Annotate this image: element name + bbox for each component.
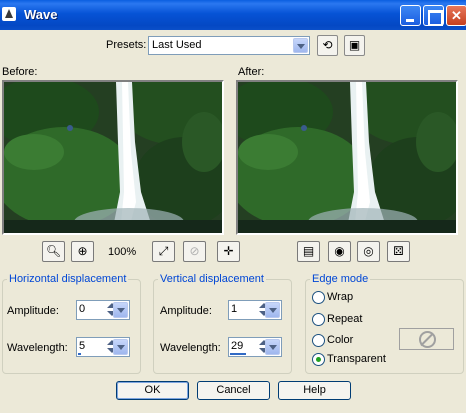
presets-label: Presets: bbox=[106, 39, 147, 51]
zoom-in-icon: ⊕ bbox=[77, 244, 88, 258]
edge-mode-title: Edge mode bbox=[310, 273, 371, 285]
lock-eye-icon: ◉ bbox=[334, 244, 345, 258]
vertical-wavelength-label: Wavelength: bbox=[160, 342, 221, 354]
close-button[interactable] bbox=[446, 5, 466, 26]
title-bar[interactable]: Wave bbox=[0, 0, 466, 30]
after-image bbox=[238, 82, 456, 233]
vertical-amplitude-label: Amplitude: bbox=[160, 305, 212, 317]
horizontal-amplitude-value[interactable]: 0 bbox=[79, 303, 85, 315]
before-label: Before: bbox=[2, 66, 38, 78]
presets-select[interactable]: Last Used bbox=[148, 36, 310, 55]
minimize-button[interactable] bbox=[400, 5, 421, 26]
chevron-down-icon[interactable] bbox=[113, 339, 128, 355]
chevron-down-icon[interactable] bbox=[113, 302, 128, 318]
eye-icon: ◎ bbox=[363, 244, 374, 258]
window-title: Wave bbox=[24, 7, 58, 22]
chevron-down-icon[interactable] bbox=[265, 339, 280, 355]
dice-icon: ⚄ bbox=[393, 244, 404, 258]
radio-label-wrap: Wrap bbox=[327, 291, 354, 303]
reset-button[interactable]: ⟲ bbox=[317, 35, 338, 56]
vertical-amplitude-field[interactable]: 1 bbox=[228, 300, 282, 320]
horizontal-amplitude-field[interactable]: 0 bbox=[76, 300, 130, 320]
radio-label-transparent: Transparent bbox=[327, 353, 386, 365]
move-icon: ✛ bbox=[223, 244, 234, 258]
zoom-fit-icon: ⤢ bbox=[158, 244, 169, 258]
zoom-to-fit-button[interactable]: ⤢ bbox=[152, 241, 175, 262]
after-preview[interactable] bbox=[236, 80, 458, 235]
save-icon: ▣ bbox=[348, 38, 361, 52]
wavelength-slider-fill bbox=[78, 353, 81, 355]
save-preset-button[interactable]: ▣ bbox=[344, 35, 365, 56]
proof-icon: ⊘ bbox=[189, 244, 200, 258]
pan-button[interactable]: ✛ bbox=[217, 241, 240, 262]
preview-icon: ▤ bbox=[302, 244, 315, 258]
cancel-button[interactable]: Cancel bbox=[197, 381, 270, 400]
radio-transparent[interactable] bbox=[312, 353, 325, 366]
horizontal-displacement-title: Horizontal displacement bbox=[7, 273, 129, 285]
edge-color-swatch[interactable] bbox=[399, 328, 454, 350]
vertical-amplitude-value[interactable]: 1 bbox=[231, 303, 237, 315]
help-button[interactable]: Help bbox=[278, 381, 351, 400]
vertical-displacement-group: Vertical displacement bbox=[153, 273, 292, 374]
toggle-preview-button[interactable]: ▤ bbox=[297, 241, 320, 262]
vertical-wavelength-value[interactable]: 29 bbox=[231, 340, 243, 352]
horizontal-displacement-group: Horizontal displacement bbox=[2, 273, 141, 374]
proof-eye-button[interactable]: ◎ bbox=[357, 241, 380, 262]
auto-proof-button[interactable]: ◉ bbox=[328, 241, 351, 262]
presets-value: Last Used bbox=[152, 39, 202, 51]
after-label: After: bbox=[238, 66, 265, 78]
randomize-button[interactable]: ⚄ bbox=[387, 241, 410, 262]
app-icon bbox=[2, 7, 16, 21]
before-image bbox=[4, 82, 222, 233]
vertical-wavelength-field[interactable]: 29 bbox=[228, 337, 282, 357]
chevron-down-icon[interactable] bbox=[293, 38, 308, 53]
ok-button[interactable]: OK bbox=[116, 381, 189, 400]
zoom-level: 100% bbox=[108, 246, 137, 258]
disabled-icon bbox=[419, 331, 436, 348]
horizontal-amplitude-label: Amplitude: bbox=[7, 305, 59, 317]
horizontal-wavelength-label: Wavelength: bbox=[7, 342, 68, 354]
radio-color[interactable] bbox=[312, 334, 325, 347]
reset-icon: ⟲ bbox=[322, 38, 333, 52]
radio-repeat[interactable] bbox=[312, 313, 325, 326]
maximize-button[interactable] bbox=[423, 5, 444, 26]
wave-dialog: Wave Presets: Last Used ⟲ ▣ Before: Afte… bbox=[0, 0, 466, 413]
wavelength-slider-fill bbox=[230, 353, 246, 355]
radio-label-repeat: Repeat bbox=[327, 313, 363, 325]
radio-label-color: Color bbox=[327, 334, 354, 346]
chevron-down-icon[interactable] bbox=[265, 302, 280, 318]
proof-button[interactable]: ⊘ bbox=[183, 241, 206, 262]
zoom-out-button[interactable]: 🔍︎ bbox=[42, 241, 65, 262]
vertical-displacement-title: Vertical displacement bbox=[158, 273, 266, 285]
horizontal-wavelength-field[interactable]: 5 bbox=[76, 337, 130, 357]
radio-wrap[interactable] bbox=[312, 291, 325, 304]
horizontal-wavelength-value[interactable]: 5 bbox=[79, 340, 85, 352]
zoom-in-button[interactable]: ⊕ bbox=[71, 241, 94, 262]
before-preview[interactable] bbox=[2, 80, 224, 235]
zoom-out-icon: 🔍︎ bbox=[45, 244, 62, 258]
